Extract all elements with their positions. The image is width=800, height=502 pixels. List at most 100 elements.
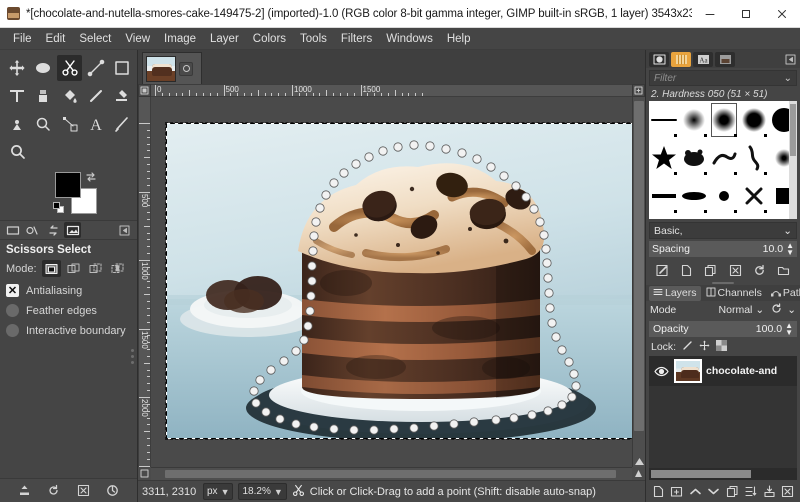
ruler-origin-button[interactable] [138, 84, 151, 97]
duplicate-brush-icon[interactable] [703, 263, 718, 278]
image-tab[interactable] [142, 52, 202, 84]
layer-mode-selector[interactable]: Normal ⌄ [719, 304, 765, 316]
new-layer-group-icon[interactable] [669, 484, 684, 499]
antialiasing-checkbox[interactable]: ✕ [6, 284, 19, 297]
image-indicator-icon[interactable] [64, 222, 81, 238]
tab-layers[interactable]: Layers [649, 285, 701, 301]
quick-mask-button[interactable] [138, 467, 151, 480]
panel-resize-grip[interactable] [131, 349, 134, 367]
lock-position-icon[interactable] [699, 340, 710, 354]
patterns-tab[interactable] [671, 51, 691, 67]
intersect-with-selection-button[interactable] [108, 260, 127, 277]
open-brush-folder-icon[interactable] [776, 263, 791, 278]
navigation-preview-button[interactable] [632, 467, 645, 480]
option-antialiasing[interactable]: ✕ Antialiasing [6, 284, 131, 297]
spinner-arrows-icon[interactable]: ▲ ▼ [786, 242, 794, 257]
refresh-brushes-icon[interactable] [752, 263, 767, 278]
vertical-scrollbar-thumb[interactable] [634, 101, 644, 431]
subtract-from-selection-button[interactable] [86, 260, 105, 277]
menu-file[interactable]: File [6, 31, 39, 47]
add-to-selection-button[interactable] [64, 260, 83, 277]
dock-menu-icon[interactable] [116, 222, 133, 238]
brush-set-selector[interactable]: Basic, ⌄ [649, 222, 797, 239]
brush-item-selected[interactable] [709, 101, 739, 139]
crop-tool[interactable] [110, 55, 134, 81]
canvas-viewport[interactable] [151, 97, 632, 467]
layer-list[interactable]: chocolate-and [649, 356, 797, 468]
feather-edges-checkbox[interactable] [6, 304, 19, 317]
edit-brush-icon[interactable] [655, 263, 670, 278]
menu-select[interactable]: Select [72, 31, 118, 47]
dock-menu-icon[interactable] [784, 53, 797, 66]
zoom-tool[interactable] [5, 139, 31, 165]
interactive-boundary-checkbox[interactable] [6, 324, 19, 337]
save-tool-preset-icon[interactable] [17, 483, 33, 499]
brush-grid[interactable] [649, 101, 797, 219]
reset-colors-icon[interactable] [53, 202, 65, 214]
unified-transform-tool[interactable] [5, 111, 29, 137]
option-interactive-boundary[interactable]: Interactive boundary [6, 324, 131, 337]
brush-item[interactable] [679, 101, 709, 139]
move-tool[interactable] [5, 55, 29, 81]
anchor-layer-icon[interactable] [743, 484, 758, 499]
menu-tools[interactable]: Tools [293, 31, 334, 47]
brush-item[interactable] [649, 177, 679, 215]
brush-grid-scrollbar[interactable] [789, 101, 797, 219]
lock-pixels-icon[interactable] [682, 340, 693, 354]
pattern-indicator-icon[interactable] [24, 222, 41, 238]
foreground-color-swatch[interactable] [55, 172, 81, 198]
zoom-image-button[interactable] [632, 84, 645, 97]
swap-colors-icon[interactable] [85, 171, 97, 183]
brush-item[interactable] [679, 177, 709, 215]
chevron-down-icon[interactable]: ⌄ [784, 73, 792, 84]
unit-selector[interactable]: px ▼ [203, 483, 234, 500]
menu-layer[interactable]: Layer [203, 31, 246, 47]
canvas-image[interactable] [165, 122, 632, 440]
delete-tool-preset-icon[interactable] [75, 483, 91, 499]
replace-selection-button[interactable] [41, 260, 61, 277]
menu-help[interactable]: Help [440, 31, 478, 47]
switch-mode-icon[interactable] [771, 303, 782, 317]
brush-indicator-icon[interactable] [4, 222, 21, 238]
minimize-button[interactable] [692, 0, 728, 28]
chevron-down-icon[interactable]: ⌄ [783, 225, 792, 237]
merge-down-icon[interactable] [762, 484, 777, 499]
raise-layer-icon[interactable] [688, 484, 703, 499]
gradient-indicator-icon[interactable] [44, 222, 61, 238]
layer-row[interactable]: chocolate-and [649, 356, 797, 386]
tab-menu-icon[interactable] [179, 61, 193, 76]
brush-filter-input[interactable]: Filter ⌄ [649, 70, 797, 86]
perspective-tool[interactable] [5, 83, 29, 109]
layer-list-scrollbar[interactable] [649, 468, 797, 480]
menu-windows[interactable]: Windows [379, 31, 440, 47]
tab-paths[interactable]: Paths [767, 286, 800, 301]
brushes-tab[interactable] [649, 51, 669, 67]
menu-image[interactable]: Image [157, 31, 203, 47]
bucket-fill-tool[interactable] [57, 83, 81, 109]
horizontal-ruler[interactable]: 0 500 1000 1500 [151, 84, 632, 97]
menu-edit[interactable]: Edit [39, 31, 73, 47]
spacing-spinner[interactable]: Spacing 10.0 ▲ ▼ [649, 241, 797, 257]
eraser-tool[interactable] [110, 83, 134, 109]
eye-icon[interactable] [653, 366, 670, 377]
warp-transform-tool[interactable] [31, 111, 55, 137]
measure-tool[interactable] [84, 55, 108, 81]
vertical-scrollbar[interactable] [632, 97, 645, 467]
lower-layer-icon[interactable] [706, 484, 721, 499]
reset-tool-options-icon[interactable] [104, 483, 120, 499]
horizontal-scrollbar[interactable] [151, 467, 632, 480]
horizontal-scrollbar-thumb[interactable] [165, 470, 616, 478]
brush-item[interactable] [709, 177, 739, 215]
duplicate-layer-icon[interactable] [725, 484, 740, 499]
brush-item[interactable] [709, 139, 739, 177]
smudge-tool[interactable] [31, 55, 55, 81]
delete-brush-icon[interactable] [728, 263, 743, 278]
fonts-tab[interactable]: Aa [693, 51, 713, 67]
text-tool[interactable]: A [84, 111, 108, 137]
delete-layer-icon[interactable] [780, 484, 795, 499]
ink-tool[interactable] [110, 111, 134, 137]
brush-item[interactable] [739, 139, 769, 177]
paths-tool[interactable] [57, 111, 81, 137]
brush-item[interactable] [679, 139, 709, 177]
clone-tool[interactable] [31, 83, 55, 109]
